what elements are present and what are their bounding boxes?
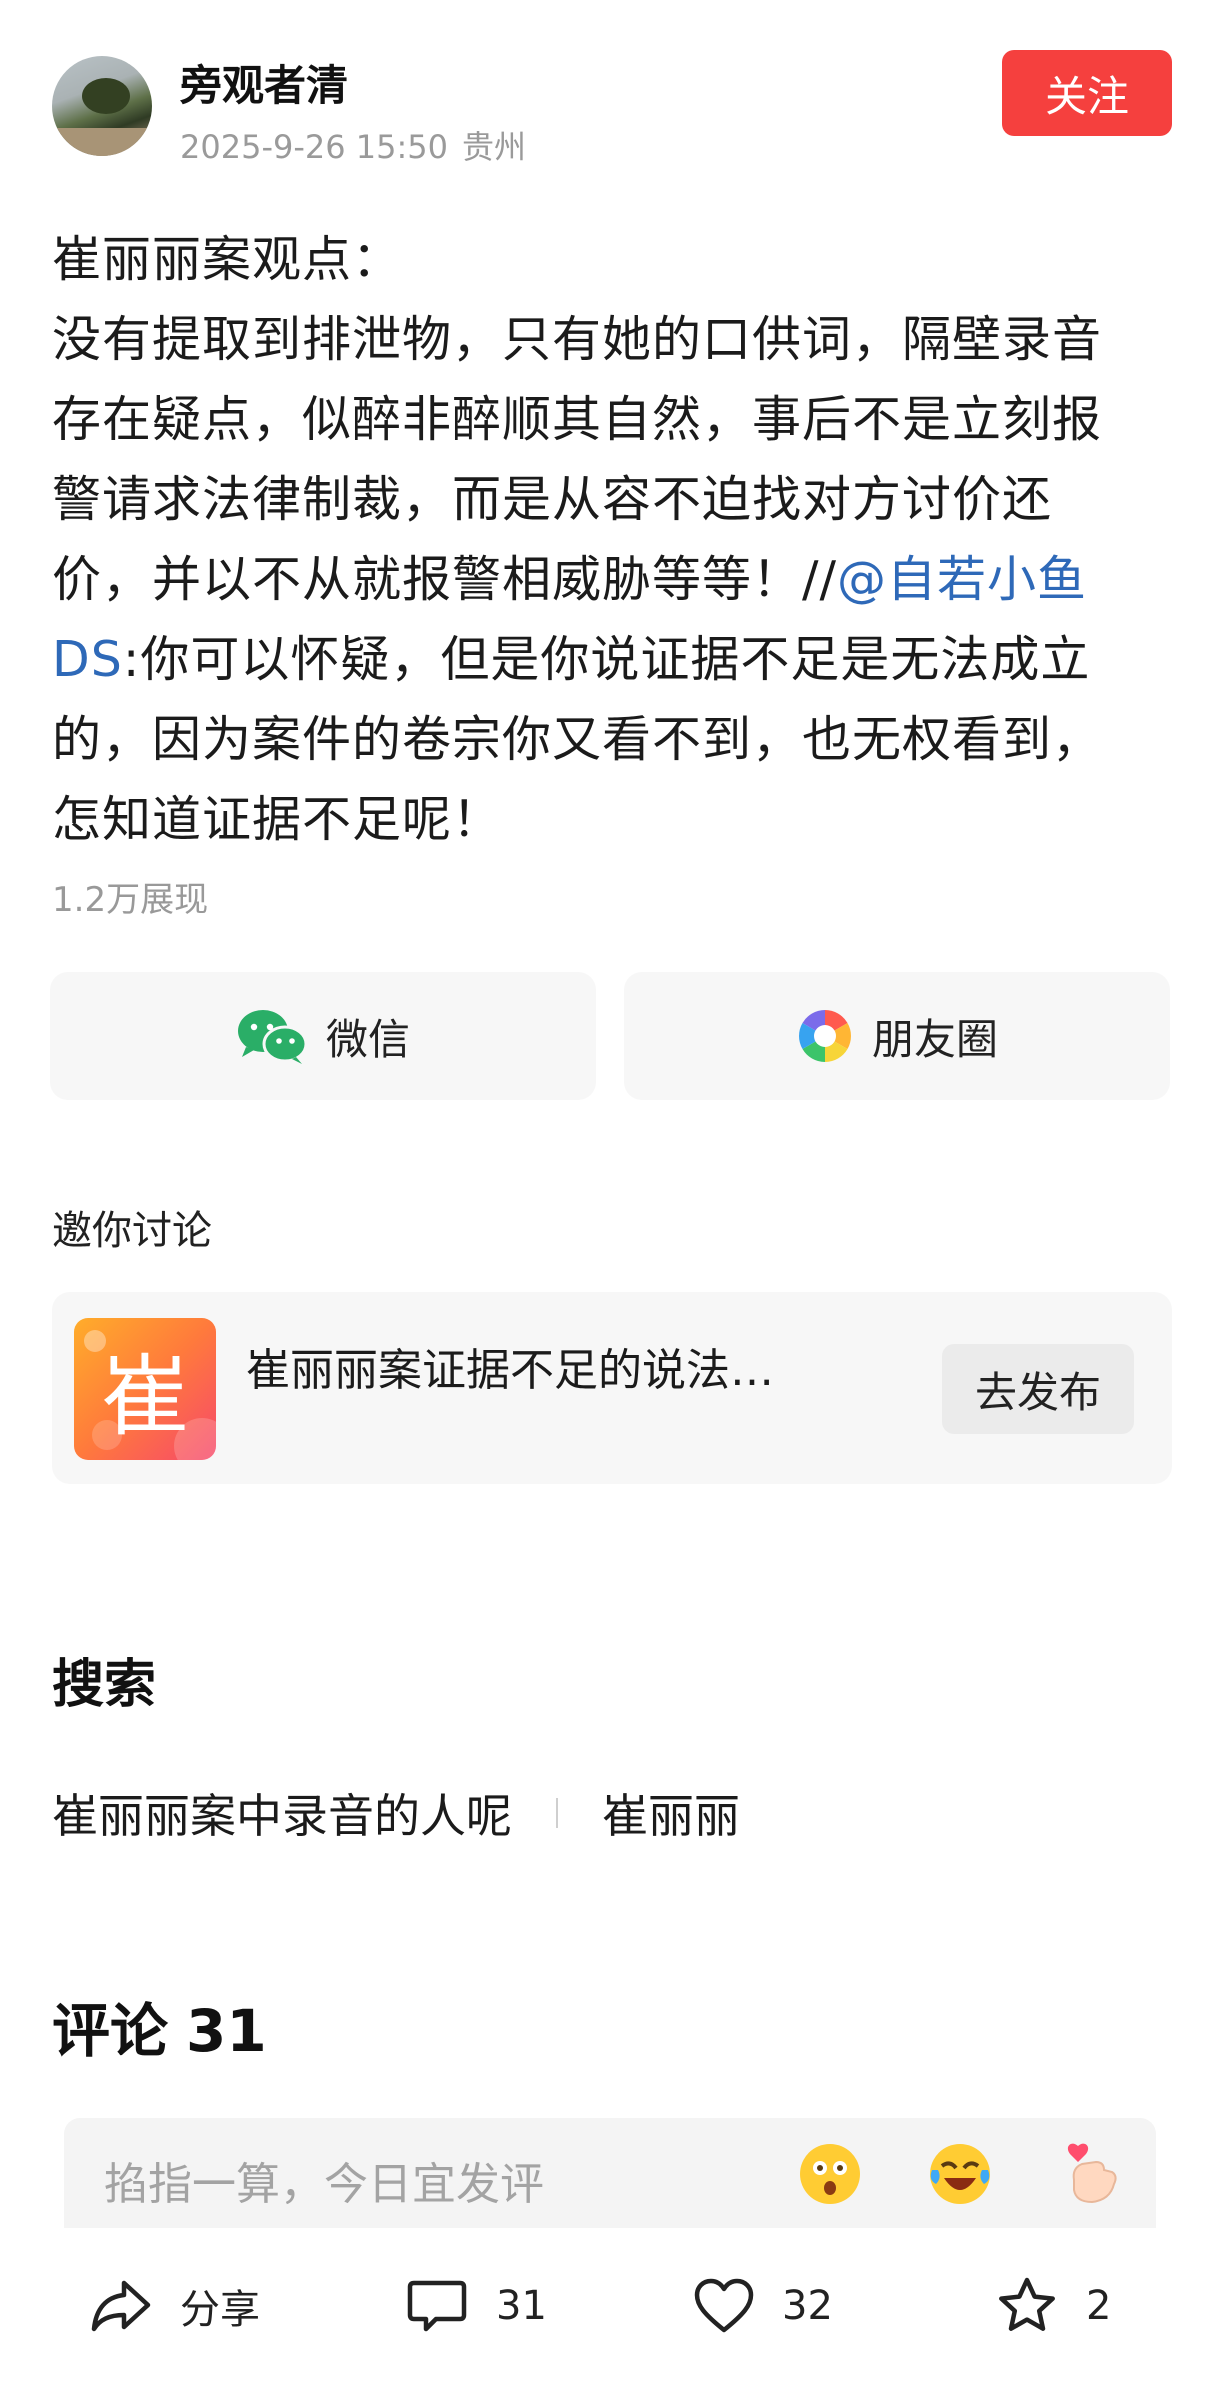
topic-subtitle-faded: [246, 1404, 546, 1434]
avatar[interactable]: [52, 56, 152, 156]
comments-count: 31: [186, 1997, 267, 2065]
moments-icon: [796, 1007, 854, 1065]
search-section-title: 搜索: [52, 1655, 157, 1715]
search-suggestion[interactable]: 崔丽丽: [602, 1780, 740, 1846]
avatar-ground-shape: [52, 128, 152, 156]
comment-icon: [406, 2277, 468, 2335]
post-line: 价，并以不从就报警相威胁等等！//@自若小鱼: [52, 540, 1182, 620]
post-line: 存在疑点，似醉非醉顺其自然，事后不是立刻报: [52, 391, 1103, 448]
heart-icon: [694, 2278, 754, 2334]
share-wechat-button[interactable]: 微信: [50, 972, 596, 1100]
comment-button[interactable]: 31: [406, 2266, 547, 2346]
post-line: 没有提取到排泄物，只有她的口供词，隔壁录音: [52, 311, 1103, 368]
star-icon: [996, 2276, 1058, 2336]
post-location: 贵州: [462, 128, 527, 166]
follow-button[interactable]: 关注: [1002, 50, 1172, 136]
divider: [556, 1798, 558, 1828]
share-button[interactable]: 分享: [90, 2266, 260, 2346]
share-moments-label: 朋友圈: [871, 1014, 998, 1064]
favorite-count: 2: [1086, 2283, 1112, 2329]
view-count: 1.2万展现: [52, 880, 209, 920]
share-moments-button[interactable]: 朋友圈: [624, 972, 1170, 1100]
post-text: 价，并以不从就报警相威胁等等！//: [52, 551, 838, 608]
post-line: DS:你可以怀疑，但是你说证据不足是无法成立: [52, 620, 1182, 700]
comment-count: 31: [496, 2283, 547, 2329]
comments-heading: 评论 31: [52, 1984, 267, 2068]
avatar-tree-shape: [82, 78, 130, 114]
like-count: 32: [782, 2283, 833, 2329]
topic-title[interactable]: 崔丽丽案证据不足的说法…: [246, 1334, 926, 1398]
wechat-icon: [236, 1007, 308, 1065]
comment-input[interactable]: 掐指一算，今日宜发评: [64, 2118, 1156, 2228]
post-date: 2025-9-26 15:50: [180, 128, 448, 166]
share-label: 分享: [180, 2287, 260, 2333]
post-line: 怎知道证据不足呢！: [52, 791, 503, 848]
post-meta: 2025-9-26 15:50 贵州: [180, 122, 526, 168]
topic-icon: 崔: [74, 1318, 216, 1460]
finger-heart-emoji-icon[interactable]: [1056, 2140, 1124, 2208]
mention-link-continued[interactable]: DS: [52, 631, 123, 688]
like-button[interactable]: 32: [694, 2266, 833, 2346]
share-icon: [90, 2277, 152, 2335]
post-line: 警请求法律制裁，而是从容不迫找对方讨价还: [52, 471, 1053, 528]
mention-link[interactable]: @自若小鱼: [837, 551, 1087, 608]
laughing-crying-emoji-icon[interactable]: [926, 2140, 994, 2208]
favorite-button[interactable]: 2: [996, 2266, 1111, 2346]
search-suggestion[interactable]: 崔丽丽案中录音的人呢: [52, 1780, 512, 1846]
username[interactable]: 旁观者清: [180, 52, 348, 113]
post-content: 崔丽丽案观点： 没有提取到排泄物，只有她的口供词，隔壁录音 存在疑点，似醉非醉顺…: [52, 220, 1182, 860]
comments-title: 评论: [52, 1997, 169, 2065]
comment-placeholder: 掐指一算，今日宜发评: [104, 2159, 544, 2210]
search-suggestions: 崔丽丽案中录音的人呢 崔丽丽: [52, 1780, 740, 1846]
topic-card[interactable]: 崔 崔丽丽案证据不足的说法… 去发布: [52, 1292, 1172, 1484]
post-line: 的，因为案件的卷宗你又看不到，也无权看到，: [52, 711, 1103, 768]
post-line: 崔丽丽案观点：: [52, 231, 403, 288]
invite-discussion-title: 邀你讨论: [52, 1208, 212, 1254]
share-wechat-label: 微信: [325, 1014, 410, 1064]
publish-button[interactable]: 去发布: [942, 1344, 1134, 1434]
post-text: :你可以怀疑，但是你说证据不足是无法成立: [122, 631, 1091, 688]
surprised-emoji-icon[interactable]: [796, 2140, 864, 2208]
